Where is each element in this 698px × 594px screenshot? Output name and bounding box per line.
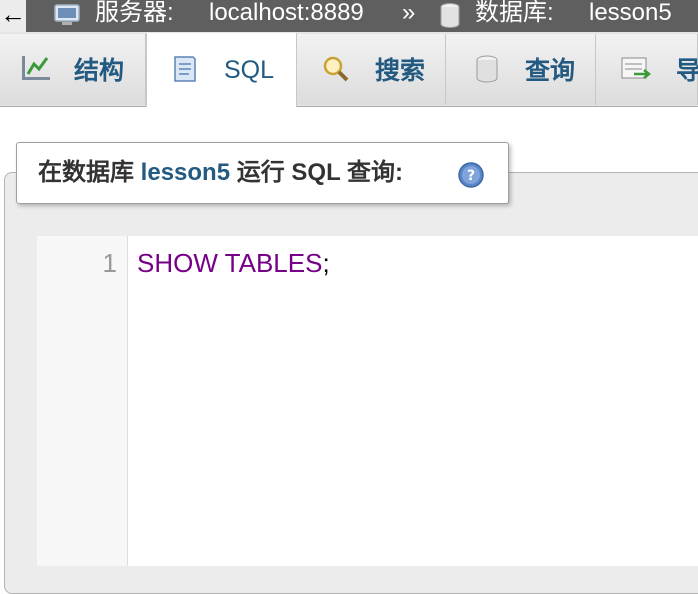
sql-keyword-tables: TABLES <box>224 248 323 278</box>
line-number: 1 <box>102 248 117 278</box>
code-line[interactable]: SHOW TABLES; <box>137 248 330 278</box>
export-icon <box>620 54 652 91</box>
tab-export[interactable]: 导 <box>596 34 698 105</box>
line-number-gutter: 1 <box>37 236 128 566</box>
tab-search-label: 搜索 <box>375 57 426 85</box>
sql-query-legend: 在数据库 lesson5 运行 SQL 查询: ? <box>16 142 509 204</box>
tab-search[interactable]: 搜索 <box>297 34 446 105</box>
database-icon <box>438 2 462 32</box>
sql-document-icon <box>169 53 201 92</box>
database-label: 数据库: <box>475 0 554 26</box>
tab-query[interactable]: 查询 <box>446 34 596 105</box>
tab-sql-label: SQL <box>224 56 275 84</box>
legend-text: 在数据库 lesson5 运行 SQL 查询: <box>38 157 403 189</box>
svg-text:?: ? <box>467 168 475 184</box>
tab-structure[interactable]: 结构 <box>0 34 146 105</box>
database-cylinder-icon <box>474 54 500 91</box>
tab-bar: 结构 SQL 搜索 查询 导 <box>0 32 698 107</box>
legend-suffix: 运行 SQL 查询: <box>236 159 403 186</box>
sql-editor[interactable]: 1 SHOW TABLES; <box>37 236 698 566</box>
breadcrumb-separator: » <box>402 0 416 26</box>
back-arrow-icon[interactable]: ← <box>0 0 26 32</box>
sql-keyword-show: SHOW <box>137 248 218 278</box>
server-icon <box>53 2 83 32</box>
structure-icon <box>20 54 52 89</box>
tab-structure-label: 结构 <box>74 57 125 85</box>
breadcrumb: ← 服务器: localhost:8889 » 数据库: lesson5 <box>0 0 698 32</box>
magnifier-icon <box>321 54 351 91</box>
legend-prefix: 在数据库 <box>38 159 134 186</box>
tab-query-label: 查询 <box>525 57 576 85</box>
tab-export-label: 导 <box>676 57 698 85</box>
server-label: 服务器: <box>95 0 174 26</box>
tab-sql[interactable]: SQL <box>146 33 297 107</box>
database-link[interactable]: lesson5 <box>589 0 672 27</box>
sql-terminator: ; <box>322 248 330 278</box>
help-icon[interactable]: ? <box>457 161 485 196</box>
server-link[interactable]: localhost:8889 <box>209 0 364 27</box>
legend-database-name: lesson5 <box>140 159 231 186</box>
